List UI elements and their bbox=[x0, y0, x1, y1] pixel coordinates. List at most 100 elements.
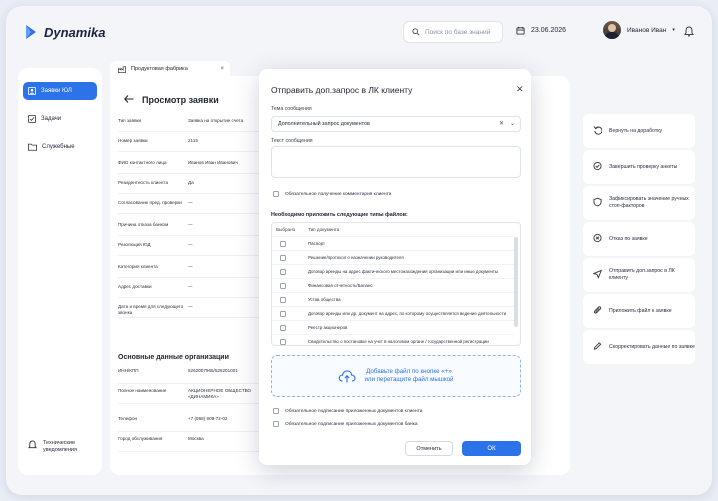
require-comment-checkbox[interactable]: Обязательное получение комментария клиен… bbox=[273, 191, 391, 197]
action-label: Приложить файл к заявке bbox=[609, 307, 672, 314]
detail-key: Тип заявки bbox=[118, 118, 142, 123]
close-icon[interactable]: ✕ bbox=[516, 84, 524, 95]
document-type: Договор аренды или др. документ на адрес… bbox=[308, 311, 507, 316]
table-row[interactable]: Решение/протокол о назначении руководите… bbox=[272, 250, 514, 264]
sidebar-item-notifications[interactable]: Технические уведомления bbox=[28, 440, 89, 454]
search-input[interactable]: Поиск по базе знаний bbox=[403, 21, 503, 43]
table-row[interactable]: Финансовая отчетность/Баланс bbox=[272, 278, 514, 292]
org-value: 5262007965/526201001 bbox=[188, 368, 238, 373]
column-header-selected: Выбрано bbox=[276, 227, 296, 232]
row-checkbox[interactable] bbox=[280, 283, 286, 289]
avatar bbox=[603, 21, 621, 39]
sidebar-item-tasks[interactable]: Задачи bbox=[23, 110, 97, 128]
sidebar-item-service[interactable]: Служебные bbox=[23, 138, 97, 156]
row-divider bbox=[118, 317, 268, 318]
row-checkbox[interactable] bbox=[280, 241, 286, 247]
dropzone-text: Добавьте файл по кнопке «+» или перетащит… bbox=[364, 368, 453, 385]
detail-key: Резолюция ЮД bbox=[118, 242, 151, 247]
sidebar-item-applications[interactable]: Заявки ЮЛ bbox=[23, 82, 97, 100]
cancel-button[interactable]: Отменить bbox=[405, 441, 453, 456]
sidebar-footer-label: Технические уведомления bbox=[43, 440, 77, 453]
paperclip-icon bbox=[593, 305, 602, 318]
detail-key: ФИО контактного лица bbox=[118, 160, 167, 165]
detail-value: 2115 bbox=[188, 138, 198, 143]
checkbox[interactable] bbox=[273, 191, 279, 197]
action-shield[interactable]: Зафиксировать значение ручных стоп-факто… bbox=[583, 186, 695, 220]
bell-icon[interactable] bbox=[684, 26, 694, 37]
ok-button[interactable]: ОК bbox=[462, 441, 521, 456]
action-pencil[interactable]: Скорректировать данные по заявке bbox=[583, 330, 695, 364]
table-row[interactable]: Договор аренды или др. документ на адрес… bbox=[272, 306, 514, 320]
row-checkbox[interactable] bbox=[280, 297, 286, 303]
calendar-icon bbox=[516, 26, 525, 35]
action-check-circle[interactable]: Завершить проверку анкеты bbox=[583, 150, 695, 184]
document-type: Реестр акционеров bbox=[308, 325, 348, 330]
chevron-down-icon[interactable]: ⌄ bbox=[510, 120, 515, 127]
row-divider bbox=[118, 383, 268, 384]
row-divider bbox=[118, 213, 268, 214]
row-divider bbox=[118, 403, 268, 404]
org-key: Город обслуживания bbox=[118, 436, 163, 441]
date-text: 23.06.2026 bbox=[531, 27, 567, 34]
bell-icon bbox=[28, 440, 37, 449]
detail-key: Резидентность клиента bbox=[118, 180, 169, 185]
table-row[interactable]: Договор аренды на адрес фактического мес… bbox=[272, 264, 514, 278]
file-dropzone[interactable]: Добавьте файл по кнопке «+» или перетащит… bbox=[271, 355, 521, 397]
sign-bank-checkbox[interactable]: Обязательное подписание приложенных доку… bbox=[273, 421, 418, 427]
subject-label: Тема сообщения bbox=[271, 106, 312, 112]
action-send[interactable]: Отправить доп.запрос в ЛК клиенту bbox=[583, 258, 695, 292]
column-header-type: Тип документа bbox=[308, 227, 340, 232]
org-value: +7 (968) 909-72-02 bbox=[188, 416, 228, 421]
action-label: Отказ по заявке bbox=[609, 235, 648, 242]
action-label: Вернуть на доработку bbox=[609, 127, 663, 134]
checkbox[interactable] bbox=[273, 408, 279, 414]
document-type: Решение/протокол о назначении руководите… bbox=[308, 255, 404, 260]
row-checkbox[interactable] bbox=[280, 269, 286, 275]
sign-client-checkbox[interactable]: Обязательное подписание приложенных доку… bbox=[273, 408, 422, 414]
scrollbar[interactable] bbox=[514, 237, 518, 327]
app-logo[interactable]: Dynamika bbox=[24, 24, 105, 40]
row-divider bbox=[118, 235, 268, 236]
document-type: Свидетельство о постановке на учет в нал… bbox=[308, 339, 489, 344]
row-checkbox[interactable] bbox=[280, 339, 286, 345]
row-checkbox[interactable] bbox=[280, 325, 286, 331]
table-header: Выбрано Тип документа bbox=[272, 223, 520, 236]
table-row[interactable]: Свидетельство о постановке на учет в нал… bbox=[272, 334, 514, 345]
table-row[interactable]: Паспорт bbox=[272, 236, 514, 250]
document-type: Договор аренды на адрес фактического мес… bbox=[308, 269, 499, 274]
org-value: Москва bbox=[188, 436, 204, 441]
checkbox[interactable] bbox=[273, 421, 279, 427]
detail-key: Причина отказа банком bbox=[118, 222, 169, 227]
sidebar-item-label: Заявки ЮЛ bbox=[41, 88, 72, 94]
detail-value: — bbox=[188, 200, 193, 205]
clear-icon[interactable]: ✕ bbox=[499, 120, 504, 127]
action-label: Скорректировать данные по заявке bbox=[609, 343, 695, 350]
action-label: Завершить проверку анкеты bbox=[609, 163, 678, 170]
subject-select[interactable]: Дополнительный запрос документов ✕ ⌄ bbox=[271, 116, 521, 132]
table-row[interactable]: Устав общества bbox=[272, 292, 514, 306]
chevron-down-icon: ▾ bbox=[672, 27, 675, 33]
app-window: Dynamika Поиск по базе знаний 23.06.2026… bbox=[6, 6, 712, 495]
tab-product-factory[interactable]: Продуктовая фабрика × bbox=[110, 61, 230, 77]
action-undo[interactable]: Вернуть на доработку bbox=[583, 114, 695, 148]
row-checkbox[interactable] bbox=[280, 311, 286, 317]
action-paperclip[interactable]: Приложить файл к заявке bbox=[583, 294, 695, 328]
row-checkbox[interactable] bbox=[280, 255, 286, 261]
detail-value: Иванов Иван Иванович bbox=[188, 160, 238, 165]
modal-title: Отправить доп.запрос в ЛК клиенту bbox=[271, 85, 413, 95]
detail-value: — bbox=[188, 284, 193, 289]
close-icon[interactable]: × bbox=[220, 66, 224, 72]
action-x-circle[interactable]: Отказ по заявке bbox=[583, 222, 695, 256]
user-menu[interactable]: Иванов Иван ▾ bbox=[603, 21, 675, 39]
row-divider bbox=[118, 431, 268, 432]
detail-key: Номер заявки bbox=[118, 138, 148, 143]
back-arrow-icon[interactable] bbox=[124, 95, 134, 103]
subject-value: Дополнительный запрос документов bbox=[278, 121, 370, 127]
row-divider bbox=[118, 131, 268, 132]
org-key: ИНН/КПП bbox=[118, 368, 139, 373]
message-textarea[interactable] bbox=[271, 146, 521, 178]
undo-icon bbox=[593, 125, 603, 138]
table-row[interactable]: Реестр акционеров bbox=[272, 320, 514, 334]
factory-icon bbox=[118, 65, 126, 73]
detail-value: — bbox=[188, 264, 193, 269]
